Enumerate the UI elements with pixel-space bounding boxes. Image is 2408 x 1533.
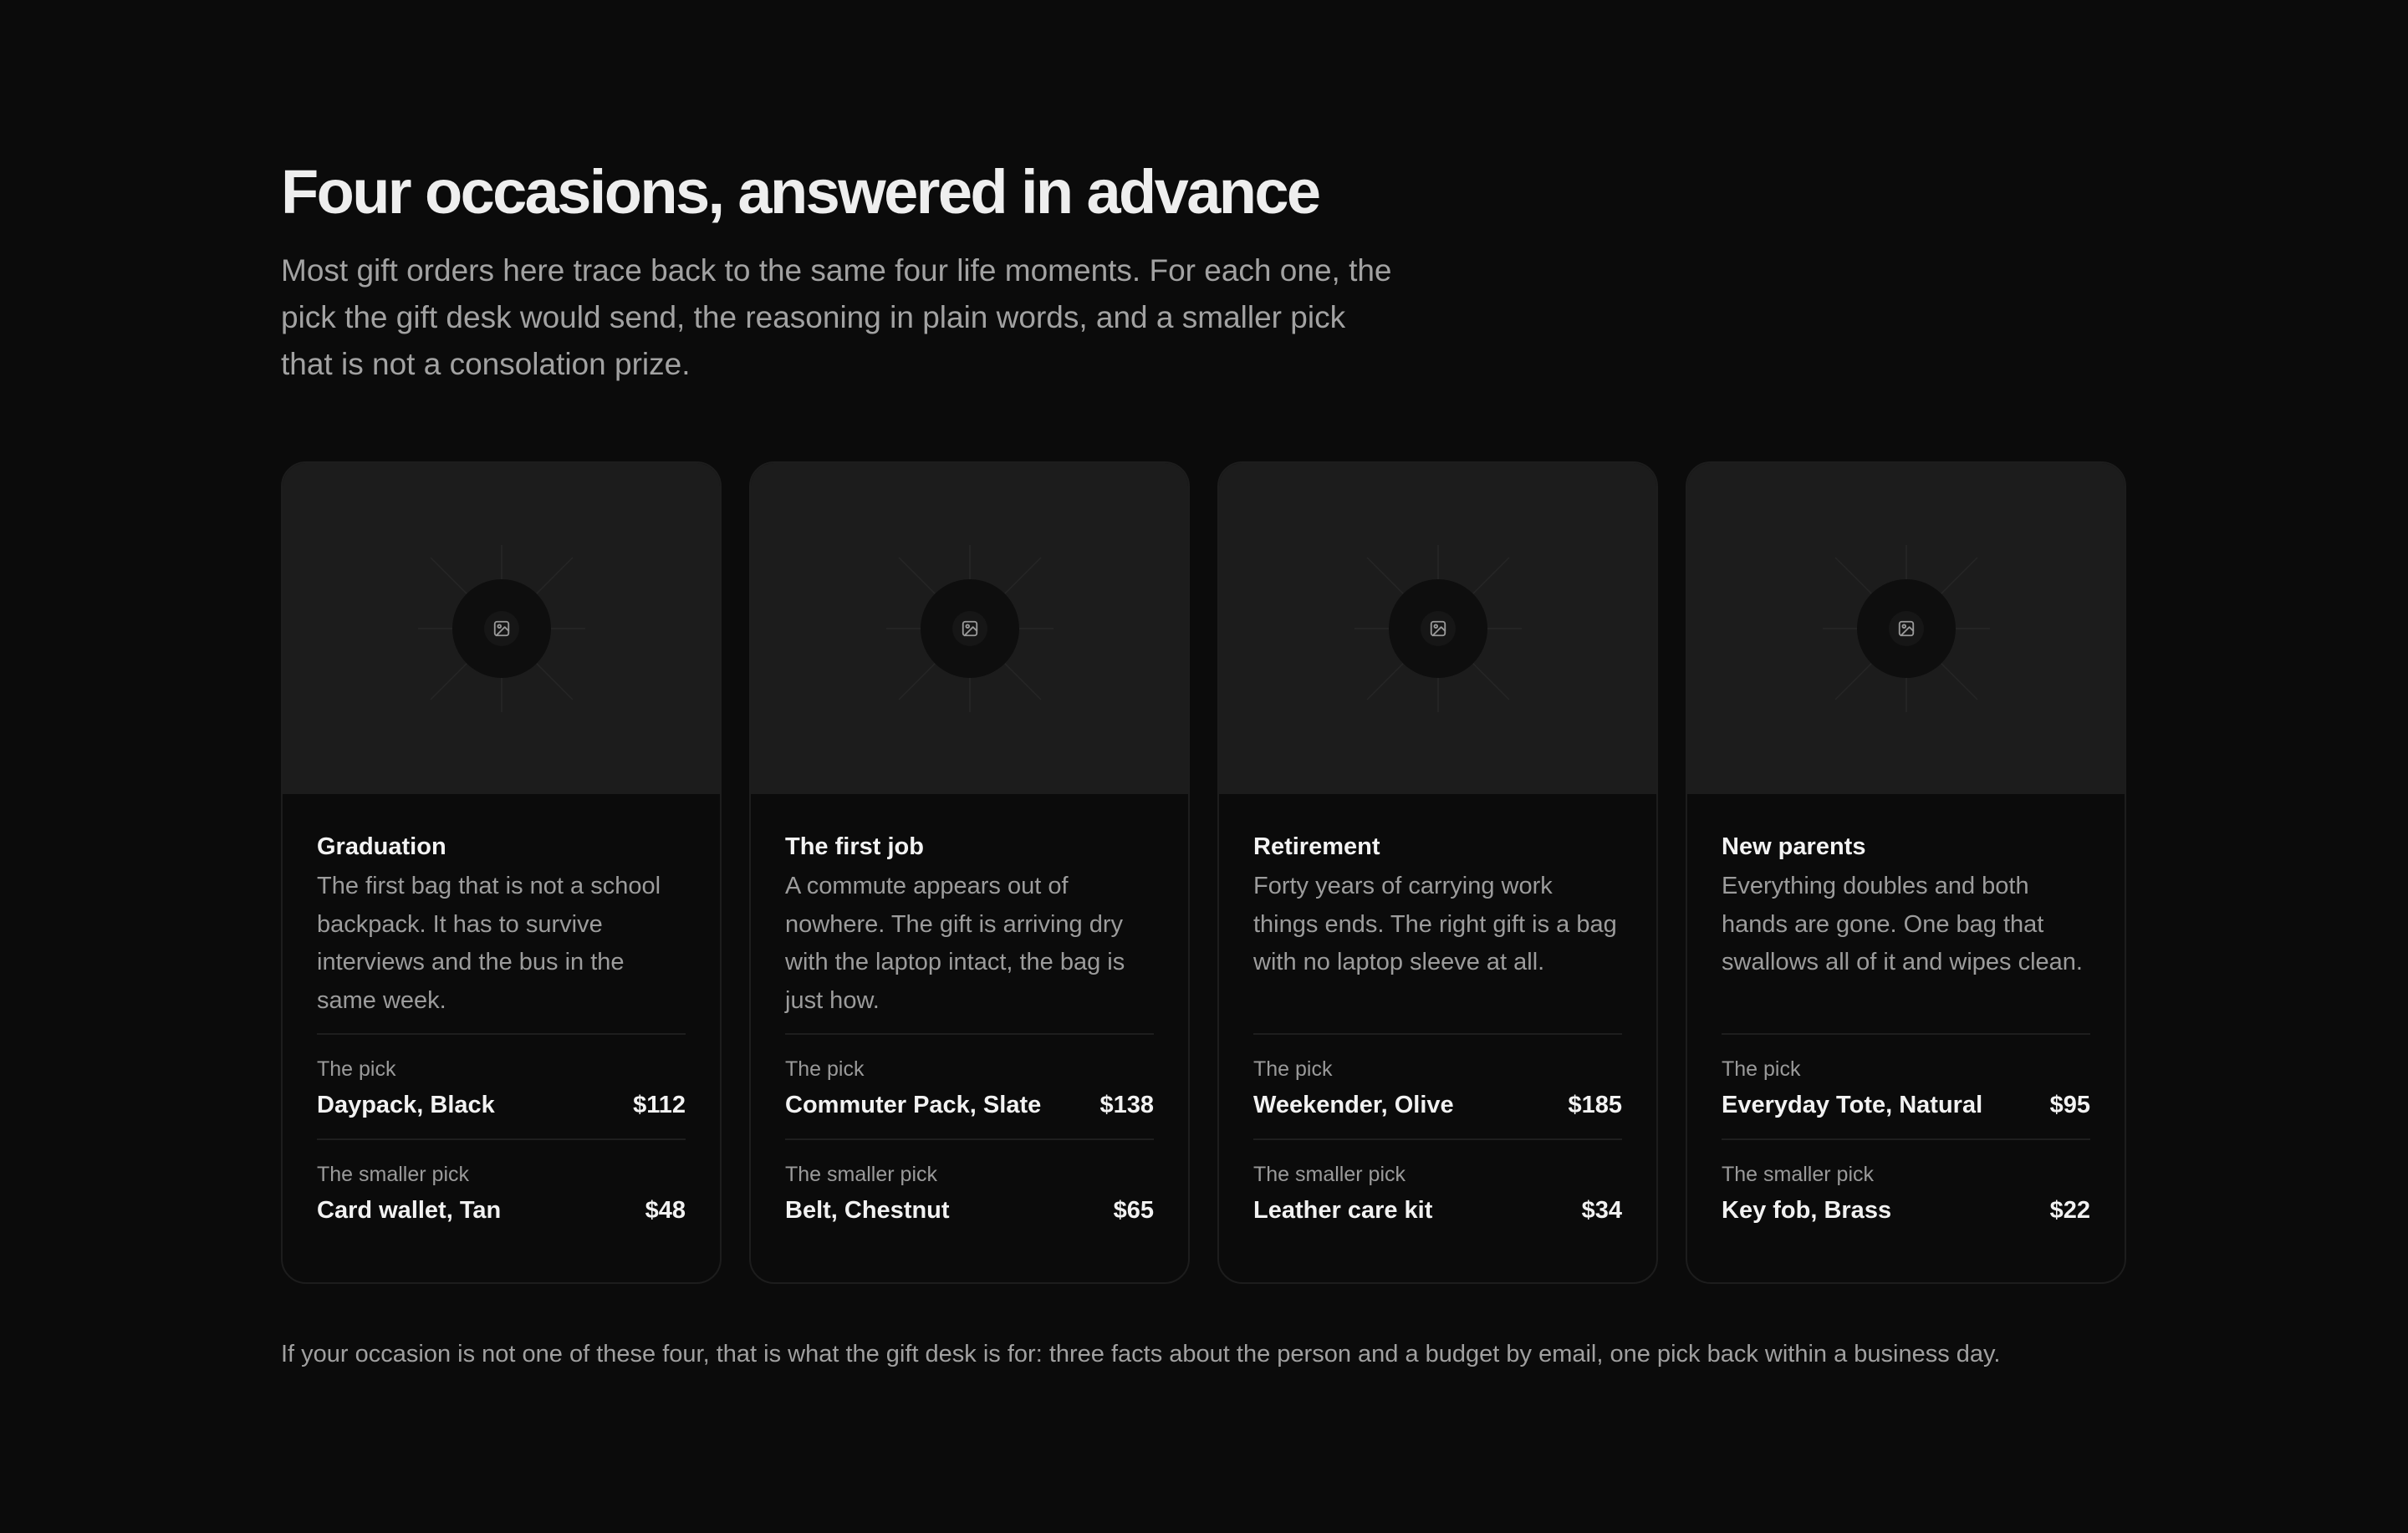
pick-price: $185 (1568, 1092, 1622, 1118)
smaller-pick-price: $65 (1113, 1197, 1154, 1224)
pick-product-name[interactable]: Everyday Tote, Natural (1722, 1090, 1982, 1120)
card-title: Graduation (317, 833, 446, 860)
pick-label: The pick (1253, 1057, 1333, 1081)
main-pick: The pick Daypack, Black $112 (317, 1035, 686, 1138)
pick-price: $138 (1099, 1092, 1154, 1118)
card-description: Forty years of carrying work things ends… (1253, 873, 1617, 975)
smaller-pick-product-name[interactable]: Key fob, Brass (1722, 1195, 1891, 1225)
card-title: Retirement (1253, 833, 1380, 860)
card-description: The first bag that is not a school backp… (317, 873, 661, 1014)
image-placeholder-icon (1388, 579, 1487, 678)
card-description: A commute appears out of nowhere. The gi… (785, 873, 1125, 1014)
pick-product-name[interactable]: Weekender, Olive (1253, 1090, 1454, 1120)
pick-label: The pick (785, 1057, 865, 1081)
occasion-card-new-parents[interactable]: New parents Everything doubles and both … (1686, 461, 2126, 1284)
card-image-placeholder (1219, 463, 1656, 794)
occasions-section: Four occasions, answered in advance Most… (281, 150, 2129, 1367)
main-pick: The pick Commuter Pack, Slate $138 (785, 1035, 1154, 1138)
section-title: Four occasions, answered in advance (281, 157, 1321, 227)
smaller-pick: The smaller pick Card wallet, Tan $48 (317, 1140, 686, 1244)
smaller-pick: The smaller pick Belt, Chestnut $65 (785, 1140, 1154, 1244)
smaller-pick-price: $22 (2049, 1197, 2090, 1224)
smaller-pick-label: The smaller pick (785, 1163, 937, 1186)
footnote: If your occasion is not one of these fou… (281, 1341, 2001, 1367)
card-description: Everything doubles and both hands are go… (1722, 873, 2083, 975)
smaller-pick-label: The smaller pick (1253, 1163, 1406, 1186)
main-pick: The pick Weekender, Olive $185 (1253, 1035, 1622, 1138)
main-pick: The pick Everyday Tote, Natural $95 (1722, 1035, 2090, 1138)
occasion-cards: Graduation The first bag that is not a s… (281, 461, 2126, 1284)
pick-price: $112 (633, 1092, 686, 1118)
smaller-pick-label: The smaller pick (317, 1163, 469, 1186)
image-placeholder-icon (452, 579, 551, 678)
smaller-pick-product-name[interactable]: Card wallet, Tan (317, 1195, 501, 1225)
pick-product-name[interactable]: Commuter Pack, Slate (785, 1090, 1041, 1120)
pick-label: The pick (1722, 1057, 1801, 1081)
smaller-pick-price: $48 (645, 1197, 686, 1224)
image-placeholder-icon (1856, 579, 1956, 678)
section-intro: Most gift orders here trace back to the … (281, 253, 1392, 381)
card-image-placeholder (751, 463, 1188, 794)
occasion-card-first-job[interactable]: The first job A commute appears out of n… (749, 461, 1190, 1284)
smaller-pick: The smaller pick Key fob, Brass $22 (1722, 1140, 2090, 1244)
card-title: New parents (1722, 833, 1866, 860)
smaller-pick-price: $34 (1581, 1197, 1622, 1224)
smaller-pick-label: The smaller pick (1722, 1163, 1874, 1186)
image-placeholder-icon (920, 579, 1019, 678)
pick-price: $95 (2049, 1092, 2090, 1118)
pick-label: The pick (317, 1057, 396, 1081)
smaller-pick-product-name[interactable]: Leather care kit (1253, 1195, 1432, 1225)
card-image-placeholder (283, 463, 720, 794)
occasion-card-graduation[interactable]: Graduation The first bag that is not a s… (281, 461, 722, 1284)
card-title: The first job (785, 833, 924, 860)
pick-product-name[interactable]: Daypack, Black (317, 1090, 495, 1120)
smaller-pick: The smaller pick Leather care kit $34 (1253, 1140, 1622, 1244)
card-image-placeholder (1687, 463, 2125, 794)
smaller-pick-product-name[interactable]: Belt, Chestnut (785, 1195, 950, 1225)
occasion-card-retirement[interactable]: Retirement Forty years of carrying work … (1217, 461, 1658, 1284)
